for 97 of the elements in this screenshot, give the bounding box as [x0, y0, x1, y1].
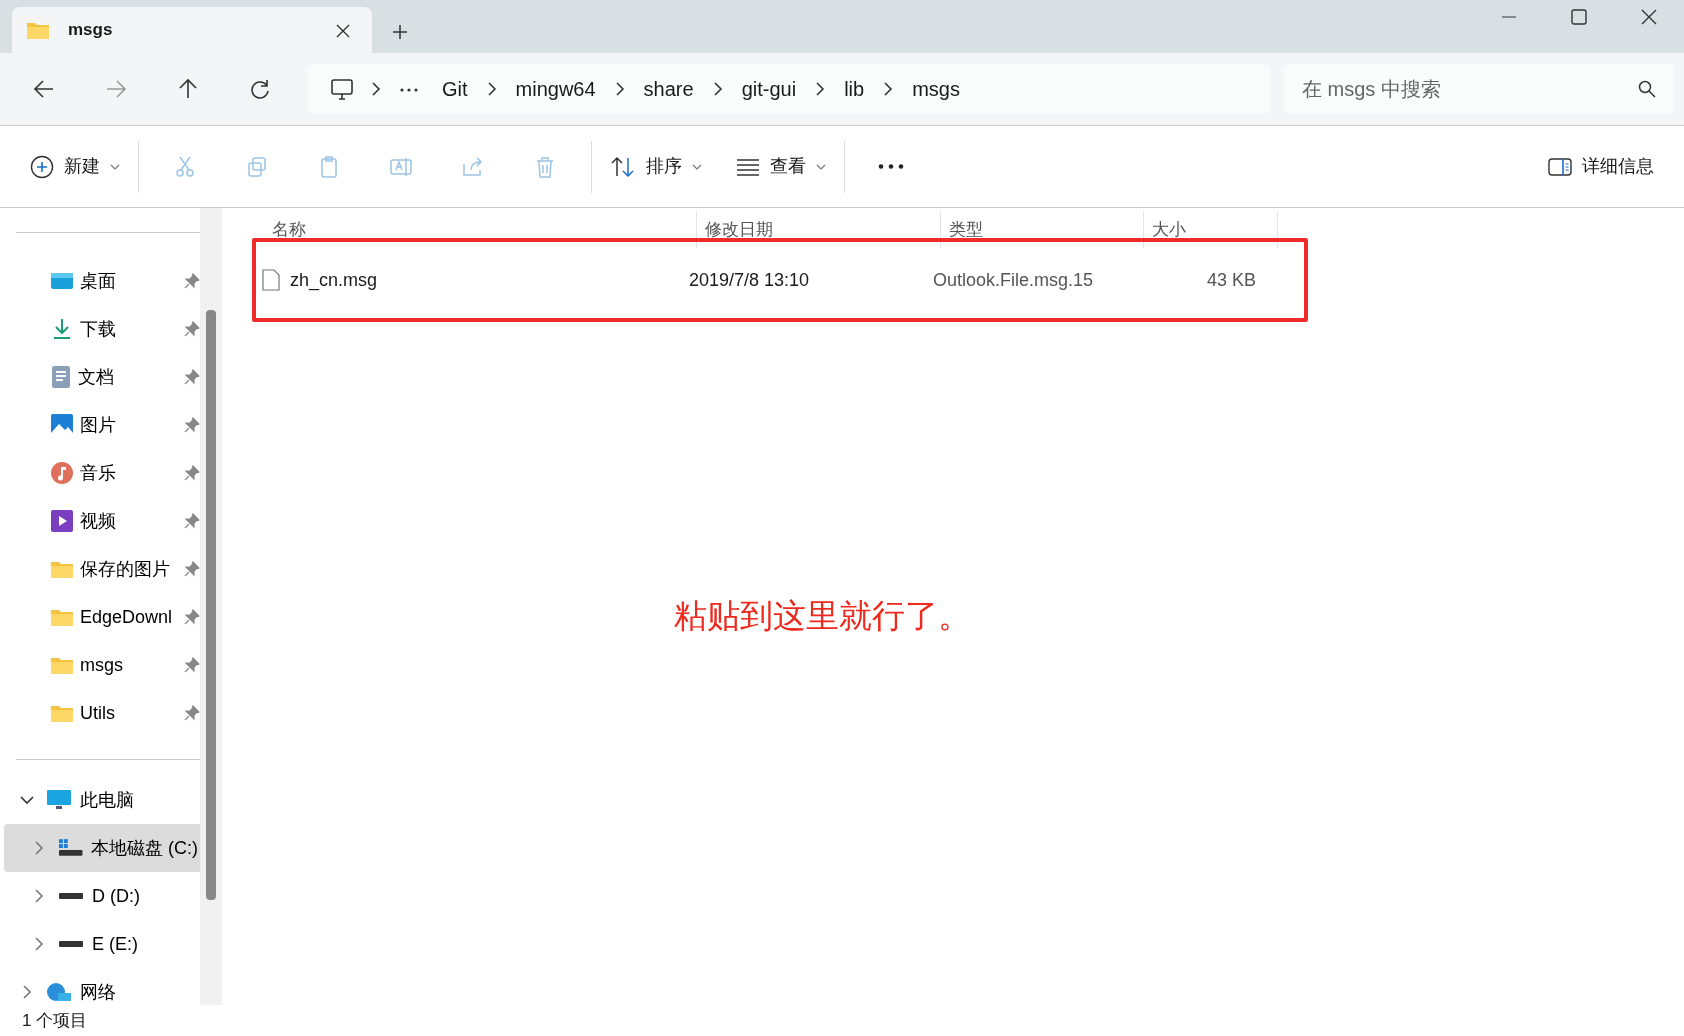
pin-icon: [184, 513, 200, 529]
column-header[interactable]: 类型: [941, 212, 1144, 248]
chevron-right-icon: [22, 984, 32, 1000]
chevron-right-icon: [371, 81, 381, 97]
pin-icon: [184, 465, 200, 481]
caret-icon: [816, 163, 826, 170]
chevron-right-icon: [34, 936, 44, 952]
column-header[interactable]: 修改日期: [697, 212, 941, 248]
video-icon: [50, 509, 74, 533]
breadcrumb-item[interactable]: share: [631, 74, 706, 104]
details-pane-icon: [1548, 156, 1572, 177]
sidebar-item[interactable]: EdgeDownl: [0, 593, 206, 641]
pin-icon: [184, 417, 200, 433]
folder-icon: [26, 20, 50, 40]
minimize-icon: [1502, 16, 1516, 18]
sort-icon: [610, 154, 636, 179]
chevron-right-icon: [815, 81, 826, 97]
chevron-right-icon: [486, 81, 497, 97]
sidebar-item[interactable]: 图片: [0, 401, 206, 449]
picture-icon: [50, 413, 74, 437]
folder-icon: [50, 703, 74, 723]
search-field[interactable]: 在 msgs 中搜索: [1284, 64, 1674, 114]
forward-icon: [105, 78, 127, 100]
desktop-icon: [50, 271, 74, 291]
sort-button[interactable]: 排序: [602, 143, 710, 190]
tree-item[interactable]: 网络: [4, 968, 204, 1005]
document-icon: [50, 365, 72, 389]
sidebar-item[interactable]: 下载: [0, 305, 206, 353]
sidebar-item[interactable]: 保存的图片: [0, 545, 206, 593]
chevron-right-icon: [614, 81, 625, 97]
copy-icon: [245, 154, 269, 179]
drive-icon: [57, 838, 83, 858]
modified-date: 2019/7/8 13:10: [689, 268, 811, 292]
pin-icon: [184, 657, 200, 673]
pin-icon: [184, 705, 200, 721]
file-name: zh_cn.msg: [289, 268, 379, 293]
back-icon: [33, 78, 55, 100]
sidebar-item[interactable]: msgs: [0, 641, 206, 689]
music-icon: [50, 461, 74, 485]
cut-icon: [173, 154, 197, 179]
chevron-right-icon: [883, 81, 894, 97]
drive-icon: [58, 939, 84, 949]
up-icon: [177, 78, 199, 100]
annotation-text: 粘贴到这里就行了。: [674, 596, 971, 636]
refresh-icon: [249, 78, 271, 100]
column-header[interactable]: 名称: [272, 212, 697, 248]
new-button[interactable]: 新建: [22, 143, 128, 190]
more-icon: [400, 87, 418, 92]
sidebar-item[interactable]: 音乐: [0, 449, 206, 497]
breadcrumb-item[interactable]: msgs: [900, 74, 972, 104]
globe-icon: [46, 981, 72, 1003]
tree-item[interactable]: D (D:): [4, 872, 204, 920]
file-type: Outlook.File.msg.15: [933, 268, 1095, 292]
tree-item[interactable]: E (E:): [4, 920, 204, 968]
chevron-right-icon: [34, 888, 44, 904]
more-icon: [878, 164, 904, 169]
breadcrumb-item[interactable]: git-gui: [729, 74, 809, 104]
file-size: 43 KB: [1205, 268, 1256, 292]
plus-circle-icon: [30, 154, 54, 179]
share-icon: [461, 154, 485, 179]
search-icon: [1638, 80, 1656, 98]
pin-icon: [184, 561, 200, 577]
sidebar-item[interactable]: Utils: [0, 689, 206, 737]
breadcrumb-item[interactable]: mingw64: [503, 74, 608, 104]
view-button[interactable]: 查看: [728, 143, 834, 190]
sidebar-item[interactable]: 视频: [0, 497, 206, 545]
folder-icon: [50, 559, 74, 579]
pin-icon: [184, 369, 200, 385]
breadcrumb-item[interactable]: lib: [832, 74, 877, 104]
pin-icon: [184, 321, 200, 337]
monitor-icon: [330, 77, 354, 102]
chevron-right-icon: [33, 840, 44, 856]
breadcrumb-item[interactable]: Git: [430, 74, 480, 104]
chevron-right-icon: [712, 81, 723, 97]
item-count: 1 个项目: [22, 1009, 88, 1032]
pin-icon: [184, 609, 200, 625]
scrollbar-thumb[interactable]: [206, 310, 216, 900]
column-header[interactable]: 大小: [1144, 212, 1278, 248]
monitor-icon: [46, 789, 72, 811]
file-icon: [262, 269, 280, 291]
list-view-icon: [736, 157, 760, 176]
chevron-down-icon: [19, 795, 35, 805]
caret-icon: [692, 163, 702, 170]
tree-item[interactable]: 此电脑: [4, 776, 204, 824]
sidebar-item[interactable]: 桌面: [0, 257, 206, 305]
caret-icon: [110, 163, 120, 170]
folder-icon: [50, 655, 74, 675]
close-icon: [336, 23, 350, 38]
pin-icon: [184, 273, 200, 289]
details-button[interactable]: 详细信息: [1540, 143, 1662, 190]
maximize-icon: [1571, 9, 1587, 25]
plus-icon: [392, 24, 408, 41]
file-row[interactable]: zh_cn.msg 2019/7/8 13:10 Outlook.File.msg.15 43 KB: [228, 256, 1684, 304]
drive-icon: [58, 891, 84, 901]
folder-icon: [50, 607, 74, 627]
sidebar-item[interactable]: 文档: [0, 353, 206, 401]
close-icon: [1641, 9, 1657, 25]
